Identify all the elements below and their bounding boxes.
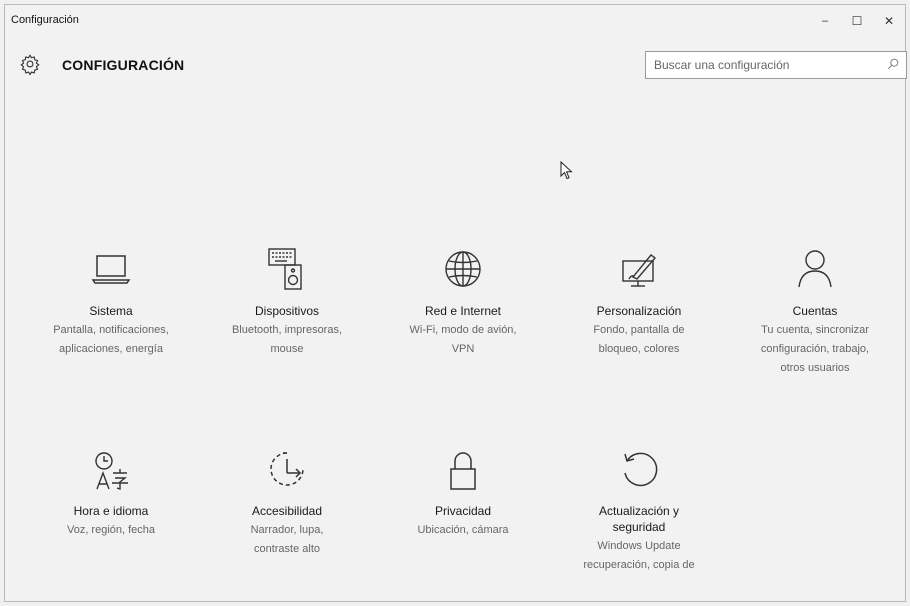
keyboard-speaker-icon bbox=[268, 248, 302, 290]
tile-title: Dispositivos bbox=[254, 304, 320, 318]
tile-description: Pantalla, notificaciones, aplicaciones, … bbox=[53, 324, 169, 355]
settings-header: CONFIGURACIÓN bbox=[5, 49, 907, 85]
close-button[interactable]: ✕ bbox=[875, 11, 903, 31]
settings-window: Configuración – ☐ ✕ CONFIGURACIÓN Buscar… bbox=[4, 4, 907, 602]
tile-cuentas[interactable]: Cuentas Tu cuenta, sincronizar configura… bbox=[727, 241, 903, 378]
tile-description: Bluetooth, impresoras, mouse bbox=[231, 324, 343, 355]
tile-privacidad[interactable]: Privacidad Ubicación, cámara bbox=[375, 441, 551, 540]
search-input[interactable] bbox=[646, 52, 882, 78]
laptop-icon bbox=[91, 255, 131, 284]
tile-title: Personalización bbox=[596, 304, 682, 318]
tile-dispositivos[interactable]: Dispositivos Bluetooth, impresoras, mous… bbox=[199, 241, 375, 359]
close-icon: ✕ bbox=[883, 14, 895, 28]
accessibility-icon bbox=[270, 452, 304, 486]
time-language-icon bbox=[95, 452, 128, 490]
tile-title: Red e Internet bbox=[424, 304, 502, 318]
gear-icon bbox=[20, 54, 40, 75]
tile-personalizacion[interactable]: Personalización Fondo, pantalla de bloqu… bbox=[551, 241, 727, 359]
tile-description: Ubicación, cámara bbox=[417, 524, 509, 536]
tile-accesibilidad[interactable]: Accesibilidad Narrador, lupa, contraste … bbox=[199, 441, 375, 559]
maximize-button[interactable]: ☐ bbox=[843, 11, 871, 31]
minimize-icon: – bbox=[821, 15, 829, 27]
page-title: CONFIGURACIÓN bbox=[62, 57, 185, 73]
tile-sistema[interactable]: Sistema Pantalla, notificaciones, aplica… bbox=[23, 241, 199, 359]
tile-title: Cuentas bbox=[792, 304, 838, 318]
minimize-button[interactable]: – bbox=[811, 11, 839, 31]
search-box[interactable] bbox=[645, 51, 907, 79]
tile-title: Actualización y seguridad bbox=[598, 504, 680, 534]
tile-description: Voz, región, fecha bbox=[66, 524, 156, 536]
tile-actualizacion-seguridad[interactable]: Actualización y seguridad Windows Update… bbox=[551, 441, 727, 575]
search-icon[interactable] bbox=[886, 57, 900, 71]
tile-title: Accesibilidad bbox=[251, 504, 323, 518]
maximize-icon: ☐ bbox=[851, 14, 863, 28]
refresh-icon bbox=[624, 452, 658, 487]
tile-title: Hora e idioma bbox=[73, 504, 149, 518]
tile-description: Fondo, pantalla de bloqueo, colores bbox=[593, 324, 685, 355]
tile-title: Sistema bbox=[89, 304, 133, 318]
globe-icon bbox=[445, 251, 481, 287]
monitor-brush-icon bbox=[622, 254, 657, 287]
tile-description: Wi-Fi, modo de avión, VPN bbox=[409, 324, 517, 355]
tile-title: Privacidad bbox=[434, 504, 492, 518]
tile-description: Narrador, lupa, contraste alto bbox=[250, 524, 324, 555]
app-title: Configuración bbox=[11, 14, 79, 26]
lock-icon bbox=[450, 452, 476, 490]
title-bar: Configuración – ☐ ✕ bbox=[5, 5, 905, 35]
user-icon bbox=[798, 250, 832, 288]
mouse-cursor-icon bbox=[560, 161, 573, 180]
tile-hora-idioma[interactable]: Hora e idioma Voz, región, fecha bbox=[23, 441, 199, 540]
tile-description: Tu cuenta, sincronizar configuración, tr… bbox=[760, 324, 870, 374]
tile-red-internet[interactable]: Red e Internet Wi-Fi, modo de avión, VPN bbox=[375, 241, 551, 359]
tile-description: Windows Update recuperación, copia de bbox=[583, 540, 695, 571]
